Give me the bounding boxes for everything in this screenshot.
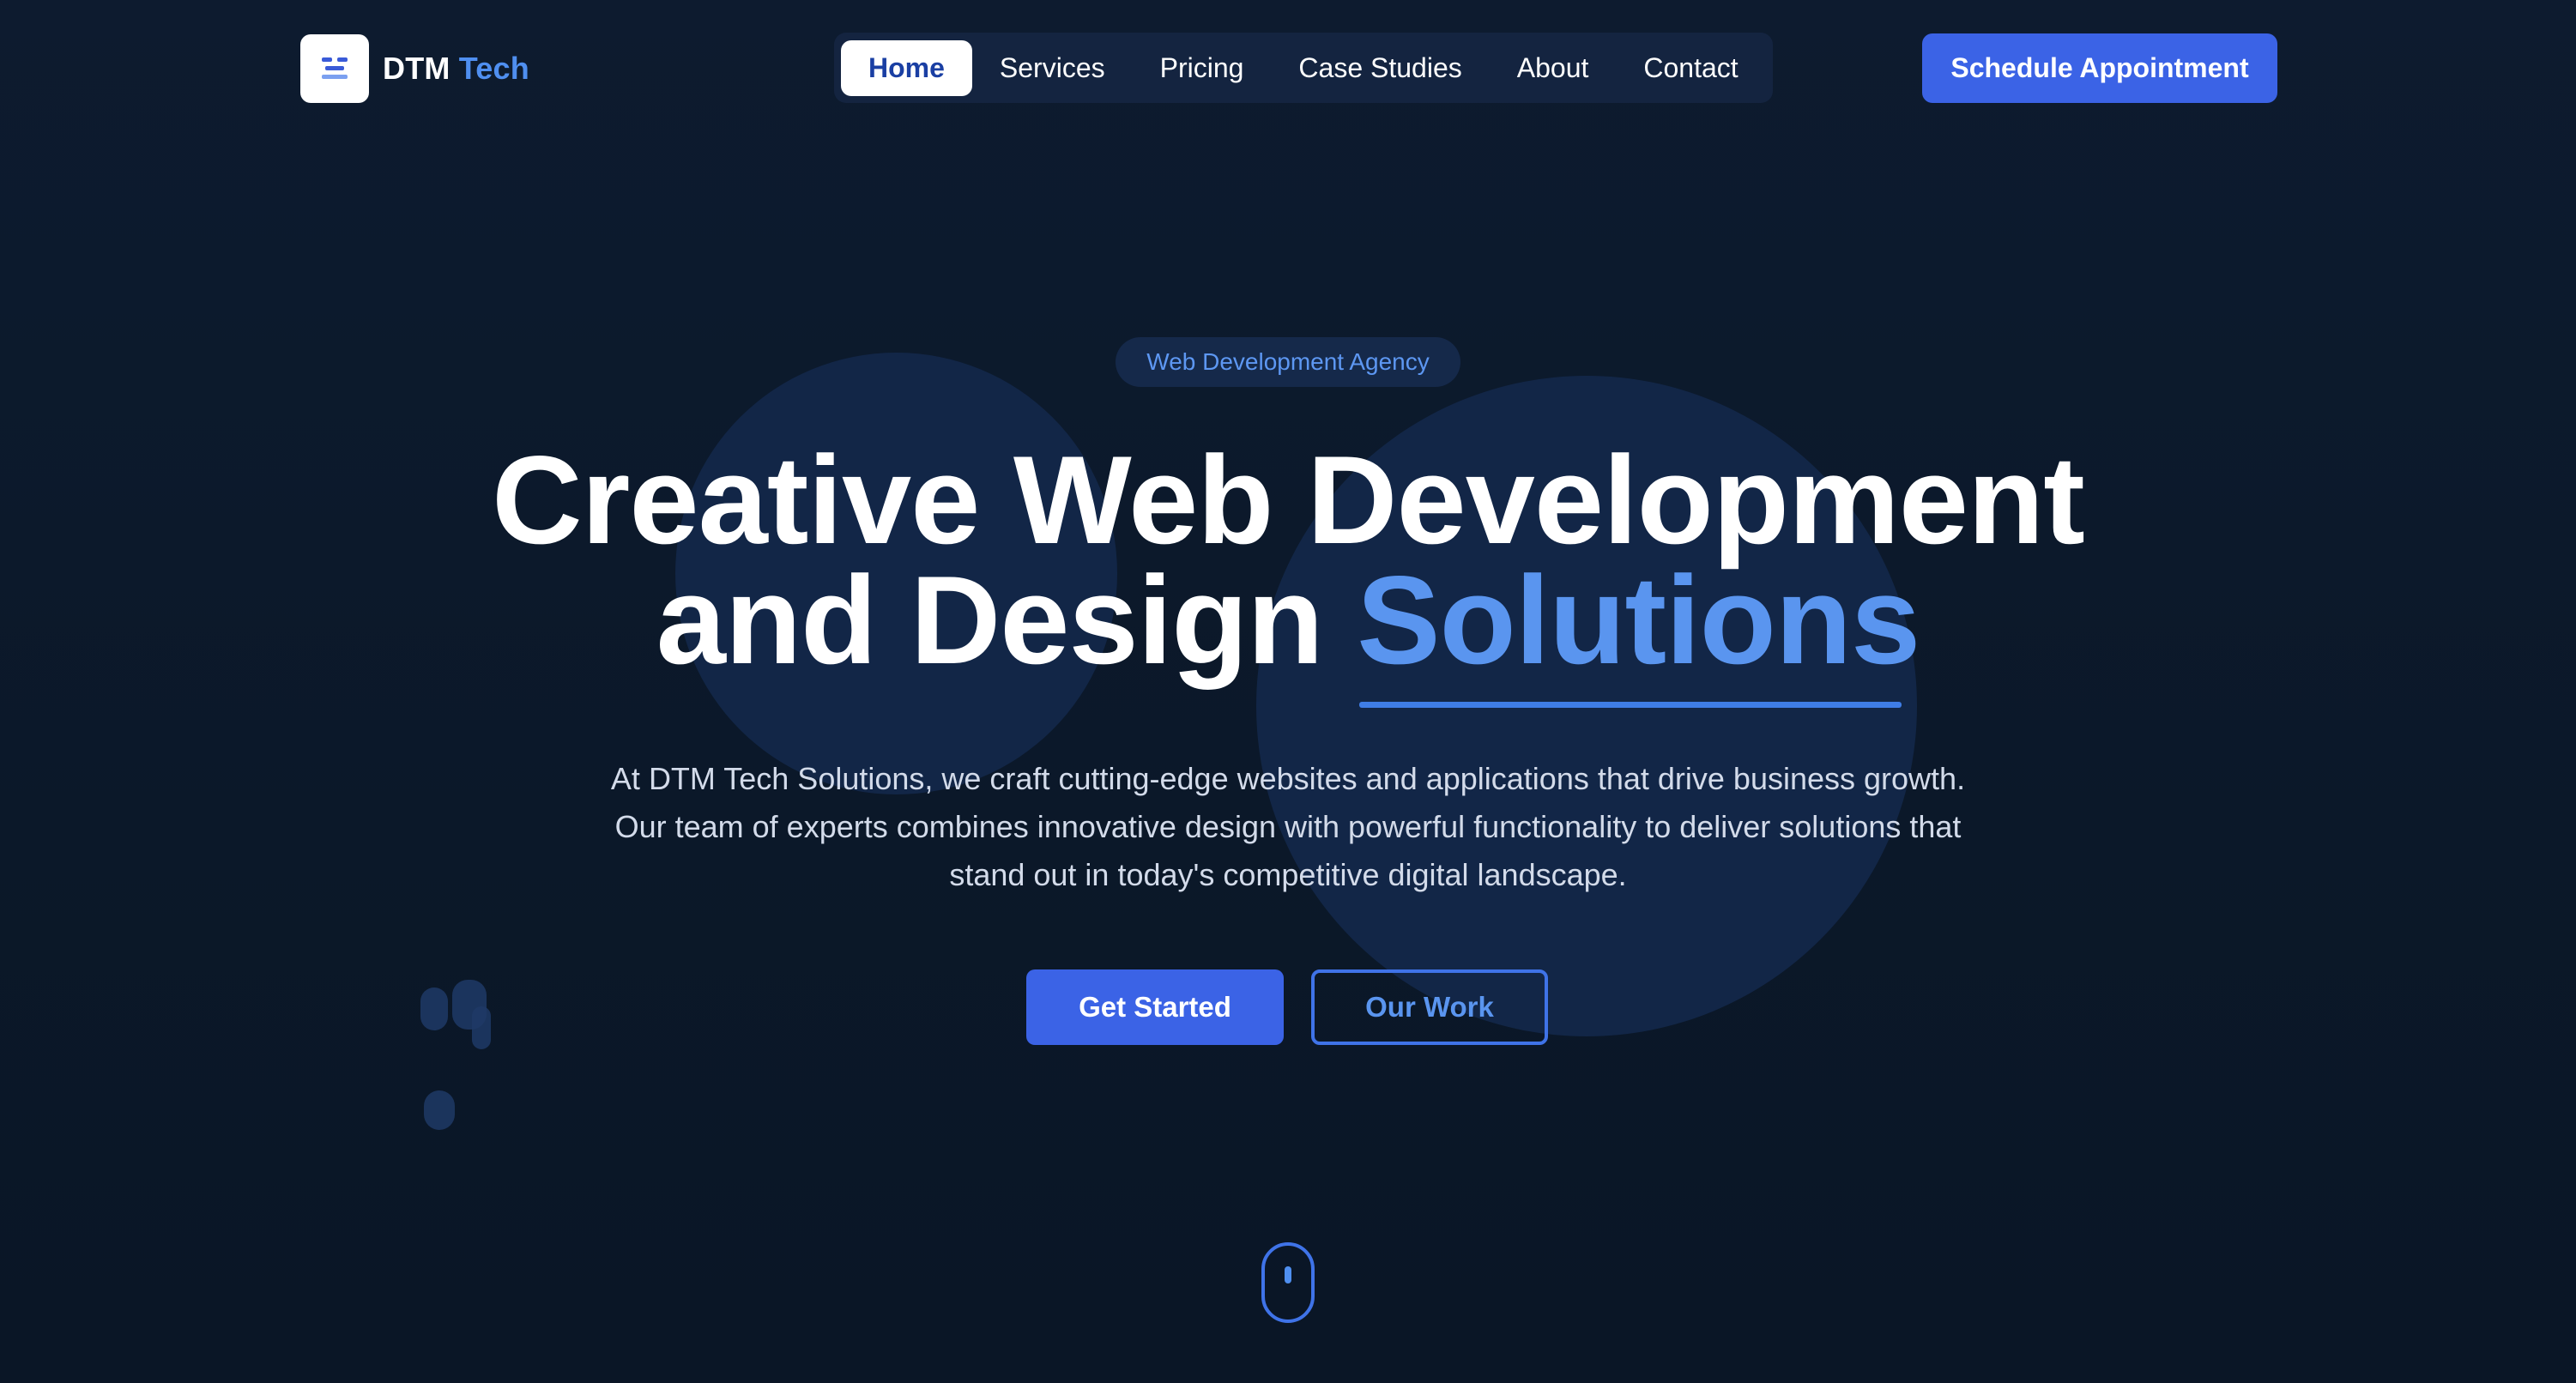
- hero-badge: Web Development Agency: [1116, 337, 1460, 387]
- scroll-wheel: [1285, 1266, 1291, 1283]
- nav-item-services[interactable]: Services: [972, 40, 1133, 96]
- decorative-blob: [424, 1090, 455, 1130]
- decorative-blob: [420, 987, 448, 1030]
- get-started-button[interactable]: Get Started: [1026, 969, 1284, 1045]
- schedule-appointment-button[interactable]: Schedule Appointment: [1922, 33, 2277, 103]
- scroll-mouse-icon[interactable]: [1261, 1242, 1315, 1323]
- our-work-button[interactable]: Our Work: [1311, 969, 1548, 1045]
- nav-item-pricing[interactable]: Pricing: [1133, 40, 1272, 96]
- hero-headline-line2: and Design Solutions: [0, 558, 2576, 683]
- hero-headline-prefix: and Design: [656, 550, 1358, 690]
- hero-description: At DTM Tech Solutions, we craft cutting-…: [610, 761, 1966, 892]
- hero-page: DTM Tech Home Services Pricing Case Stud…: [0, 0, 2576, 1383]
- nav-item-home[interactable]: Home: [841, 39, 972, 96]
- nav-item-case-studies[interactable]: Case Studies: [1271, 40, 1489, 96]
- decorative-blob: [472, 1006, 491, 1049]
- brand-name-main: DTM: [383, 51, 450, 86]
- headline-underline: [1359, 702, 1902, 708]
- brand-name: DTM Tech: [383, 51, 529, 87]
- nav-item-contact[interactable]: Contact: [1616, 40, 1765, 96]
- hero-headline-accent: Solutions: [1357, 550, 1920, 690]
- brand-logo[interactable]: DTM Tech: [300, 34, 529, 103]
- brand-name-accent: Tech: [458, 51, 529, 86]
- hero-headline-line1: Creative Web Development: [492, 430, 2085, 570]
- dtm-logo-icon: [300, 34, 369, 103]
- nav-item-about[interactable]: About: [1490, 40, 1617, 96]
- main-navigation: Home Services Pricing Case Studies About…: [834, 33, 1773, 103]
